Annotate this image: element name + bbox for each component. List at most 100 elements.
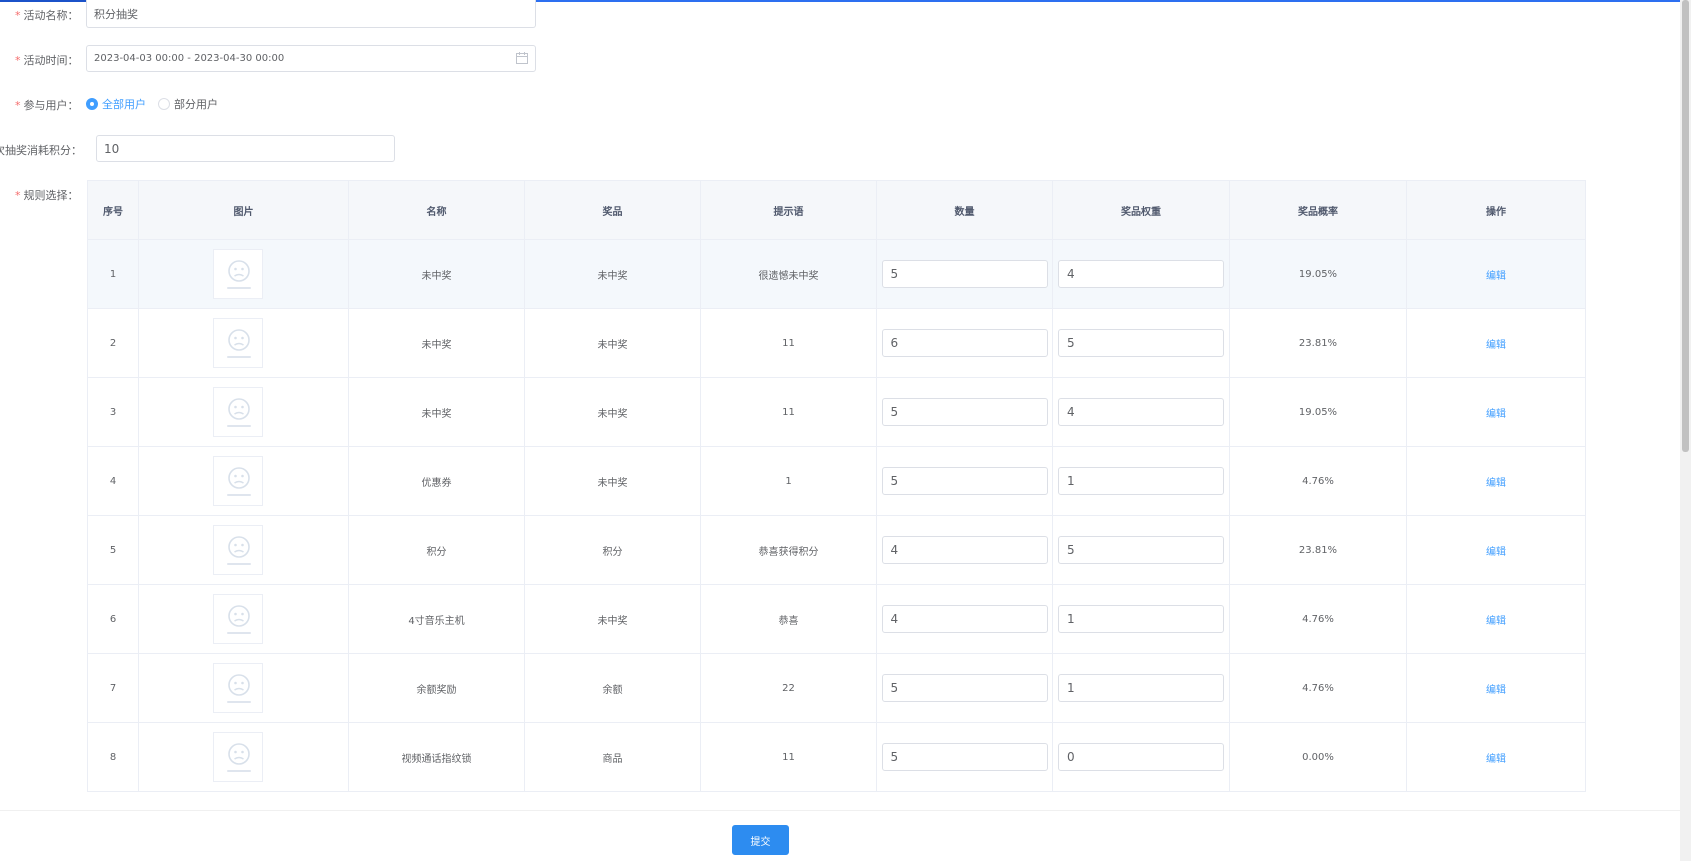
edit-link[interactable]: 编辑 (1486, 685, 1506, 696)
row-name: 未中奖 (348, 239, 525, 309)
prize-image[interactable] (212, 387, 263, 437)
radio-all-users[interactable]: 全部用户 (86, 96, 146, 112)
activity-name-label-text: 活动名称： (23, 9, 79, 22)
prize-image[interactable] (212, 525, 263, 575)
row-tip: 恭喜 (700, 584, 877, 654)
rules-label-text: 规则选择： (23, 189, 79, 202)
edit-link[interactable]: 编辑 (1486, 754, 1506, 765)
submit-button[interactable]: 提交 (732, 825, 789, 855)
row-image-cell (138, 584, 349, 654)
sad-face-image-placeholder-icon (226, 674, 251, 703)
edit-link[interactable]: 编辑 (1486, 547, 1506, 558)
header-name: 名称 (348, 180, 525, 240)
quantity-input[interactable]: 5 (881, 398, 1048, 426)
row-quantity-cell: 4 (876, 584, 1053, 654)
row-tip: 很遗憾未中奖 (700, 239, 877, 309)
quantity-input[interactable]: 6 (881, 329, 1048, 357)
required-mark: * (15, 99, 21, 112)
row-weight-cell: 1 (1052, 446, 1230, 516)
table-row: 3 未中奖 未中奖 11 5 4 19.05% 编辑 (87, 377, 1586, 447)
row-weight-cell: 4 (1052, 377, 1230, 447)
row-probability: 19.05% (1229, 377, 1407, 447)
row-prize: 未中奖 (524, 584, 701, 654)
edit-link[interactable]: 编辑 (1486, 271, 1506, 282)
row-action-cell: 编辑 (1406, 239, 1586, 309)
prize-image[interactable] (212, 594, 263, 644)
required-mark: * (15, 9, 21, 22)
prize-image[interactable] (212, 249, 263, 299)
table-row: 5 积分 积分 恭喜获得积分 4 5 23.81% 编辑 (87, 515, 1586, 585)
prize-image[interactable] (212, 456, 263, 506)
row-name: 4寸音乐主机 (348, 584, 525, 654)
radio-some-users[interactable]: 部分用户 (158, 96, 218, 112)
header-index: 序号 (87, 180, 139, 240)
quantity-input[interactable]: 5 (881, 260, 1048, 288)
sad-face-image-placeholder-icon (226, 743, 251, 772)
points-cost-label: 次抽奖消耗积分： (0, 142, 82, 158)
edit-link[interactable]: 编辑 (1486, 340, 1506, 351)
prize-image[interactable] (212, 318, 263, 368)
row-image-cell (138, 377, 349, 447)
quantity-input[interactable]: 4 (881, 536, 1048, 564)
quantity-input[interactable]: 4 (881, 605, 1048, 633)
row-probability: 23.81% (1229, 308, 1407, 378)
prize-image[interactable] (212, 732, 263, 782)
edit-link[interactable]: 编辑 (1486, 478, 1506, 489)
prize-image[interactable] (212, 663, 263, 713)
row-action-cell: 编辑 (1406, 584, 1586, 654)
participants-label: * 参与用户： (15, 97, 79, 113)
row-probability: 4.76% (1229, 584, 1407, 654)
row-tip: 1 (700, 446, 877, 516)
quantity-input[interactable]: 5 (881, 674, 1048, 702)
weight-input[interactable]: 5 (1058, 536, 1224, 564)
required-mark: * (15, 54, 21, 67)
row-name: 优惠券 (348, 446, 525, 516)
weight-input[interactable]: 5 (1058, 329, 1224, 357)
row-tip: 22 (700, 653, 877, 723)
row-quantity-cell: 5 (876, 446, 1053, 516)
quantity-input[interactable]: 5 (881, 743, 1048, 771)
row-name: 积分 (348, 515, 525, 585)
row-tip: 11 (700, 308, 877, 378)
weight-input[interactable]: 1 (1058, 674, 1224, 702)
row-probability: 4.76% (1229, 446, 1407, 516)
row-probability: 19.05% (1229, 239, 1407, 309)
footer-divider (0, 810, 1691, 811)
row-action-cell: 编辑 (1406, 653, 1586, 723)
row-quantity-cell: 5 (876, 377, 1053, 447)
table-header-row: 序号 图片 名称 奖品 提示语 数量 奖品权重 奖品概率 操作 (87, 180, 1586, 240)
quantity-input[interactable]: 5 (881, 467, 1048, 495)
row-prize: 未中奖 (524, 239, 701, 309)
weight-input[interactable]: 1 (1058, 467, 1224, 495)
activity-name-input[interactable]: 积分抽奖 (86, 0, 536, 28)
row-name: 未中奖 (348, 377, 525, 447)
weight-input[interactable]: 4 (1058, 260, 1224, 288)
row-prize: 余额 (524, 653, 701, 723)
activity-time-range-input[interactable]: 2023-04-03 00:00 - 2023-04-30 00:00 (86, 45, 536, 72)
row-weight-cell: 0 (1052, 722, 1230, 792)
edit-link[interactable]: 编辑 (1486, 616, 1506, 627)
scrollbar-thumb[interactable] (1682, 0, 1689, 452)
radio-unchecked-icon (158, 98, 170, 110)
table-row: 2 未中奖 未中奖 11 6 5 23.81% 编辑 (87, 308, 1586, 378)
row-probability: 4.76% (1229, 653, 1407, 723)
calendar-icon[interactable] (516, 52, 528, 64)
edit-link[interactable]: 编辑 (1486, 409, 1506, 420)
table-row: 8 视频通话指纹锁 商品 11 5 0 0.00% 编辑 (87, 722, 1586, 792)
row-index: 2 (87, 308, 139, 378)
row-action-cell: 编辑 (1406, 446, 1586, 516)
weight-input[interactable]: 1 (1058, 605, 1224, 633)
weight-input[interactable]: 4 (1058, 398, 1224, 426)
points-cost-input[interactable]: 10 (96, 135, 395, 162)
points-cost-label-text: 次抽奖消耗积分： (0, 144, 82, 157)
table-row: 6 4寸音乐主机 未中奖 恭喜 4 1 4.76% 编辑 (87, 584, 1586, 654)
row-action-cell: 编辑 (1406, 377, 1586, 447)
radio-all-users-label: 全部用户 (102, 98, 146, 111)
row-index: 1 (87, 239, 139, 309)
header-weight: 奖品权重 (1052, 180, 1230, 240)
row-prize: 未中奖 (524, 377, 701, 447)
header-quantity: 数量 (876, 180, 1053, 240)
weight-input[interactable]: 0 (1058, 743, 1224, 771)
activity-name-value: 积分抽奖 (94, 7, 138, 21)
participants-radio-group: 全部用户 部分用户 (86, 96, 230, 112)
